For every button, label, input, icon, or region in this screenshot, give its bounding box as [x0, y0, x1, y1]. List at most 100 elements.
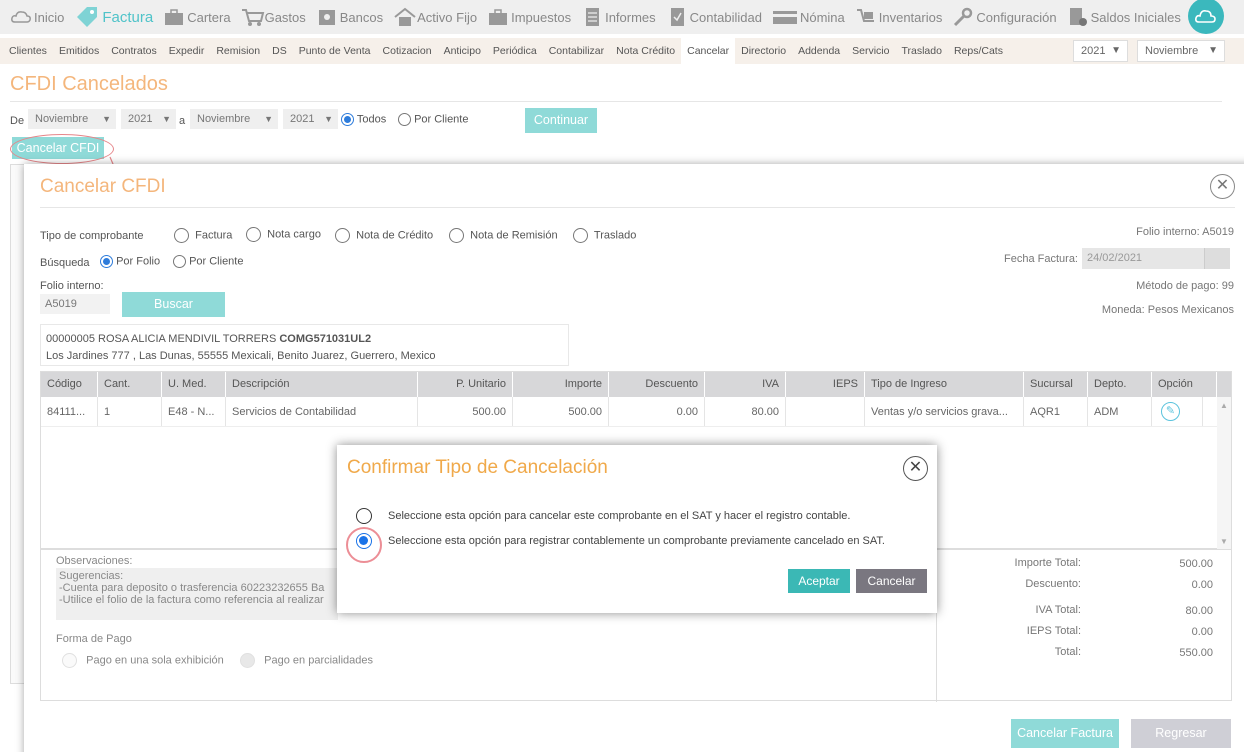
column-header[interactable]: Importe — [513, 372, 609, 397]
subnav-cotizacion[interactable]: Cotizacion — [377, 38, 438, 64]
column-header[interactable]: Sucursal — [1024, 372, 1088, 397]
nav-saldos-iniciales[interactable]: Saldos Iniciales — [1067, 7, 1181, 27]
from-month-select[interactable]: Noviembre ▼ — [28, 109, 116, 129]
observaciones-textarea[interactable]: Sugerencias: -Cuenta para deposito o tra… — [56, 568, 338, 620]
column-header[interactable]: IVA — [705, 372, 786, 397]
subnav-addenda[interactable]: Addenda — [792, 38, 846, 64]
column-header[interactable]: Descuento — [609, 372, 705, 397]
por-cliente-option[interactable]: Por Cliente — [398, 113, 468, 133]
cancelar-button[interactable]: Cancelar — [856, 569, 927, 593]
por-folio-option[interactable]: Por Folio — [100, 255, 160, 268]
cancelar-factura-button[interactable]: Cancelar Factura — [1011, 719, 1119, 748]
subnav-contratos[interactable]: Contratos — [105, 38, 163, 64]
continuar-button[interactable]: Continuar — [525, 108, 597, 133]
todos-radio[interactable] — [341, 113, 354, 126]
tipo-nota-cargo-option[interactable]: Nota cargo — [246, 227, 321, 242]
subnav-anticipo[interactable]: Anticipo — [438, 38, 487, 64]
close-icon[interactable]: ✕ — [903, 456, 928, 481]
nav-configuracion[interactable]: Configuración — [952, 7, 1057, 27]
tipo-traslado-radio[interactable] — [573, 228, 588, 243]
column-header[interactable]: Cant. — [98, 372, 162, 397]
regresar-button[interactable]: Regresar — [1131, 719, 1231, 748]
nav-informes[interactable]: Informes — [581, 7, 656, 27]
tipo-factura-option[interactable]: Factura — [174, 228, 232, 243]
column-header[interactable]: P. Unitario — [418, 372, 513, 397]
cancel-sat-radio[interactable] — [356, 508, 372, 524]
buscar-button[interactable]: Buscar — [122, 292, 225, 317]
column-header[interactable]: IEPS — [786, 372, 865, 397]
pago-unico-option[interactable]: Pago en una sola exhibición — [62, 653, 224, 668]
table-row[interactable]: 84111... 1 E48 - N... Servicios de Conta… — [41, 397, 1217, 427]
close-icon[interactable]: ✕ — [1210, 174, 1235, 199]
pago-parcialidades-option[interactable]: Pago en parcialidades — [240, 653, 373, 668]
subnav-directorio[interactable]: Directorio — [735, 38, 792, 64]
edit-icon[interactable]: ✎ — [1161, 402, 1180, 421]
nav-gastos[interactable]: Gastos — [241, 7, 306, 27]
nav-cartera[interactable]: Cartera — [163, 7, 231, 27]
subnav-cancelar[interactable]: Cancelar — [681, 38, 736, 64]
cell-iva: 80.00 — [705, 397, 786, 426]
cancel-sat-option[interactable]: Seleccione esta opción para cancelar est… — [356, 508, 850, 524]
confirm-title: Confirmar Tipo de Cancelación — [347, 457, 608, 478]
subnav-traslado[interactable]: Traslado — [895, 38, 947, 64]
nav-activo-fijo[interactable]: Activo Fijo — [393, 7, 477, 27]
scroll-down-icon[interactable]: ▼ — [1220, 537, 1228, 546]
tipo-nota-credito-radio[interactable] — [335, 228, 350, 243]
grid-scrollbar[interactable]: ▲ ▼ — [1217, 397, 1231, 550]
folio-label: Folio interno: — [40, 280, 104, 292]
to-year-value: 2021 — [290, 113, 315, 125]
subnav-periodica[interactable]: Periódica — [487, 38, 543, 64]
to-year-select[interactable]: 2021 ▼ — [283, 109, 338, 129]
subnav-reps-cats[interactable]: Reps/Cats — [948, 38, 1009, 64]
column-header[interactable]: Código — [41, 372, 98, 397]
nav-contabilidad[interactable]: Contabilidad — [666, 7, 762, 27]
subnav-servicio[interactable]: Servicio — [846, 38, 895, 64]
tipo-nota-credito-option[interactable]: Nota de Crédito — [335, 228, 433, 243]
nav-bancos[interactable]: Bancos — [316, 7, 383, 27]
cloud-icon — [1195, 10, 1216, 23]
year-select[interactable]: 2021 ▼ — [1073, 40, 1128, 62]
scroll-up-icon[interactable]: ▲ — [1220, 401, 1228, 410]
tipo-nota-remision-radio[interactable] — [449, 228, 464, 243]
subnav-emitidos[interactable]: Emitidos — [53, 38, 105, 64]
tipo-traslado-option[interactable]: Traslado — [573, 228, 636, 243]
tipo-nota-cargo-radio[interactable] — [246, 227, 261, 242]
fecha-factura-input[interactable]: 24/02/2021 — [1082, 248, 1230, 269]
month-select[interactable]: Noviembre ▼ — [1137, 40, 1225, 62]
subnav-clientes[interactable]: Clientes — [3, 38, 53, 64]
todos-option[interactable]: Todos — [341, 113, 386, 133]
por-cliente-search-option[interactable]: Por Cliente — [173, 255, 243, 268]
column-header[interactable]: Depto. — [1088, 372, 1152, 397]
por-cliente-radio[interactable] — [398, 113, 411, 126]
column-header[interactable]: U. Med. — [162, 372, 226, 397]
subnav-ds[interactable]: DS — [266, 38, 293, 64]
calendar-icon[interactable] — [1204, 248, 1230, 269]
to-month-select[interactable]: Noviembre ▼ — [190, 109, 278, 129]
por-folio-radio[interactable] — [100, 255, 113, 268]
nav-label: Contabilidad — [689, 9, 762, 25]
subnav-remision[interactable]: Remision — [210, 38, 266, 64]
por-cliente-search-radio[interactable] — [173, 255, 186, 268]
subnav-expedir[interactable]: Expedir — [163, 38, 211, 64]
aceptar-button[interactable]: Aceptar — [788, 569, 850, 593]
folio-input[interactable]: A5019 — [40, 294, 110, 314]
tipo-factura-radio[interactable] — [174, 228, 189, 243]
nav-inventarios[interactable]: Inventarios — [855, 7, 942, 27]
briefcase-icon — [487, 7, 509, 27]
subnav-nota-credito[interactable]: Nota Crédito — [610, 38, 681, 64]
nav-impuestos[interactable]: Impuestos — [487, 7, 571, 27]
pago-parcialidades-radio[interactable] — [240, 653, 255, 668]
subnav-contabilizar[interactable]: Contabilizar — [543, 38, 610, 64]
column-header[interactable]: Opción — [1152, 372, 1217, 397]
column-header[interactable]: Tipo de Ingreso — [865, 372, 1024, 397]
from-year-select[interactable]: 2021 ▼ — [121, 109, 176, 129]
column-header[interactable]: Descripción — [226, 372, 418, 397]
registro-contable-option[interactable]: Seleccione esta opción para registrar co… — [356, 533, 885, 549]
nav-inicio[interactable]: Inicio — [10, 7, 64, 27]
cloud-menu-button[interactable] — [1188, 0, 1224, 34]
subnav-punto-venta[interactable]: Punto de Venta — [293, 38, 377, 64]
pago-unico-radio[interactable] — [62, 653, 77, 668]
tipo-nota-remision-option[interactable]: Nota de Remisión — [449, 228, 558, 243]
nav-nomina[interactable]: Nómina — [772, 7, 845, 27]
nav-factura[interactable]: Factura — [74, 4, 153, 30]
